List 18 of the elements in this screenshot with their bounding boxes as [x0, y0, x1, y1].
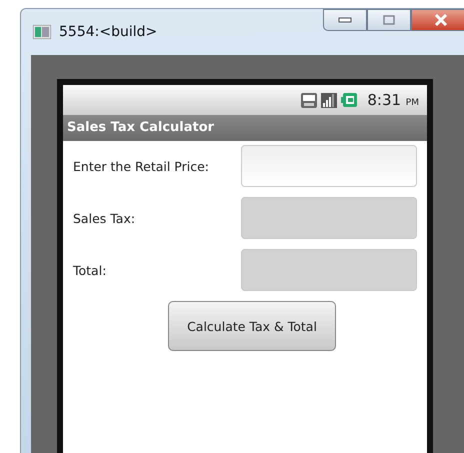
maximize-icon: [383, 15, 395, 25]
app-title: Sales Tax Calculator: [63, 115, 427, 141]
calculate-button[interactable]: Calculate Tax & Total: [168, 301, 336, 351]
field-label: Enter the Retail Price:: [73, 158, 210, 174]
maximize-button[interactable]: [367, 9, 411, 31]
window-title: 5554:<build>: [59, 24, 158, 40]
app-icon: [33, 25, 51, 39]
field-label: Sales Tax:: [73, 210, 136, 226]
field-label: Total:: [73, 262, 106, 278]
close-button[interactable]: [411, 9, 464, 31]
clock: 8:31 PM: [367, 91, 419, 109]
close-icon: [434, 14, 448, 26]
network-icon: [301, 92, 318, 108]
input-field[interactable]: [241, 145, 417, 187]
signal-icon: [321, 92, 338, 108]
minimize-icon: [338, 17, 352, 23]
battery-icon: [341, 93, 358, 107]
minimize-button[interactable]: [323, 9, 367, 31]
